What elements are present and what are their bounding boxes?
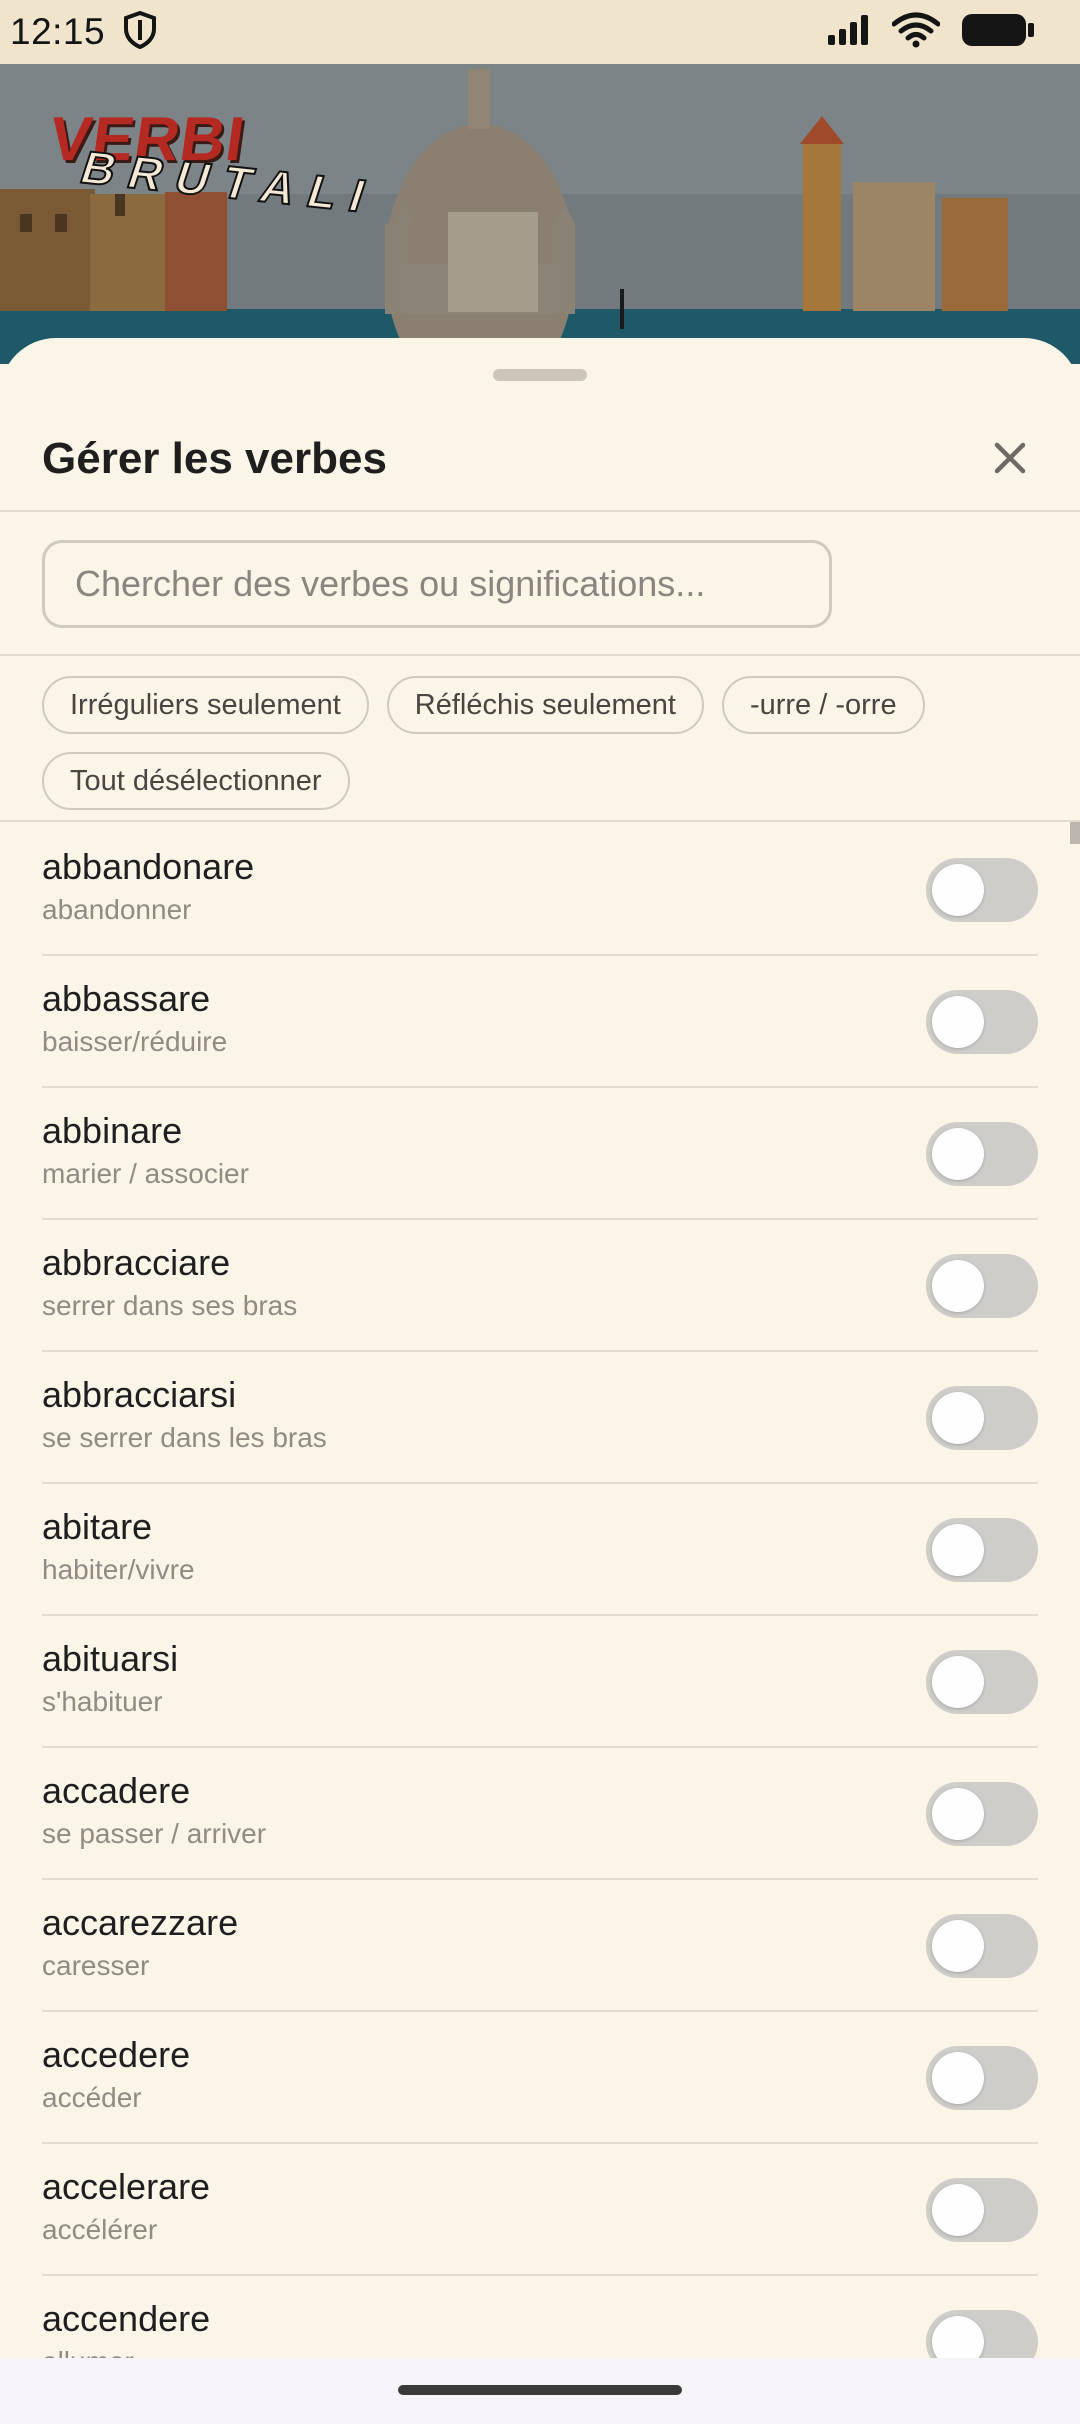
verb-name: abbracciarsi <box>42 1374 237 1415</box>
verb-row: abbracciare serrer dans ses bras <box>42 1220 1038 1352</box>
filter-irregular-chip[interactable]: Irréguliers seulement <box>42 676 369 734</box>
verb-toggle[interactable] <box>926 1518 1038 1582</box>
filter-reflexive-chip[interactable]: Réfléchis seulement <box>386 676 704 734</box>
verb-row: abbandonare abandonner <box>42 824 1038 956</box>
verb-meaning: habiter/vivre <box>42 1554 195 1585</box>
verb-toggle[interactable] <box>926 2310 1038 2358</box>
status-bar: 12:15 <box>0 0 1080 64</box>
navigation-bar <box>0 2358 1080 2424</box>
search-area <box>0 512 1080 656</box>
verb-row: abituarsi s'habituer <box>42 1616 1038 1748</box>
sheet-header: Gérer les verbes <box>0 408 1080 512</box>
toggle-thumb <box>932 1128 984 1180</box>
app-logo: VERBI BRUTALI <box>45 104 387 224</box>
verb-meaning: accéder <box>42 2082 142 2113</box>
wifi-icon <box>891 12 941 53</box>
verb-meaning: accélérer <box>42 2214 158 2245</box>
verb-name: accarezzare <box>42 1902 239 1943</box>
verb-list[interactable]: abbandonare abandonner abbassare baisser… <box>0 824 1080 2358</box>
verb-name: abbandonare <box>42 846 255 887</box>
verb-toggle[interactable] <box>926 2046 1038 2110</box>
battery-icon <box>960 12 1036 53</box>
verb-meaning: baisser/réduire <box>42 1026 228 1057</box>
verb-toggle[interactable] <box>926 990 1038 1054</box>
verb-meaning: se serrer dans les bras <box>42 1422 327 1453</box>
verb-name: abbracciare <box>42 1242 231 1283</box>
verb-meaning: caresser <box>42 1950 150 1981</box>
verb-row: abitare habiter/vivre <box>42 1484 1038 1616</box>
shield-icon <box>123 10 157 54</box>
verb-toggle[interactable] <box>926 2178 1038 2242</box>
verb-name: accelerare <box>42 2166 211 2207</box>
toggle-thumb <box>932 2316 984 2358</box>
verb-meaning: abandonner <box>42 894 192 925</box>
verb-name: abitare <box>42 1506 153 1547</box>
manage-verbs-sheet: Gérer les verbes Irréguliers seulement R… <box>0 338 1080 2358</box>
drag-handle[interactable] <box>493 369 587 381</box>
close-button[interactable] <box>980 429 1040 489</box>
verb-toggle[interactable] <box>926 1386 1038 1450</box>
signal-icon <box>826 13 872 52</box>
toggle-thumb <box>932 2052 984 2104</box>
verb-meaning: se passer / arriver <box>42 1818 267 1849</box>
verb-name: accedere <box>42 2034 191 2075</box>
toggle-thumb <box>932 1656 984 1708</box>
verb-toggle[interactable] <box>926 1254 1038 1318</box>
toggle-thumb <box>932 1920 984 1972</box>
toggle-thumb <box>932 1392 984 1444</box>
status-right <box>826 12 1036 53</box>
status-left: 12:15 <box>10 10 157 54</box>
search-input[interactable] <box>42 540 832 628</box>
verb-toggle[interactable] <box>926 1650 1038 1714</box>
toggle-thumb <box>932 864 984 916</box>
verb-row: abbassare baisser/réduire <box>42 956 1038 1088</box>
verb-row: accendere allumer <box>42 2276 1038 2358</box>
verb-name: abituarsi <box>42 1638 179 1679</box>
verb-row: accedere accéder <box>42 2012 1038 2144</box>
verb-toggle[interactable] <box>926 858 1038 922</box>
verb-meaning: s'habituer <box>42 1686 163 1717</box>
home-gesture-handle[interactable] <box>398 2385 682 2395</box>
verb-name: abbinare <box>42 1110 183 1151</box>
verb-row: abbracciarsi se serrer dans les bras <box>42 1352 1038 1484</box>
deselect-all-chip[interactable]: Tout désélectionner <box>42 752 350 810</box>
verb-row: accadere se passer / arriver <box>42 1748 1038 1880</box>
scrollbar-thumb[interactable] <box>1070 822 1080 844</box>
filter-urre-orre-chip[interactable]: -urre / -orre <box>721 676 925 734</box>
verb-name: accendere <box>42 2298 211 2339</box>
toggle-thumb <box>932 1788 984 1840</box>
verb-meaning: allumer <box>42 2346 134 2358</box>
toggle-thumb <box>932 996 984 1048</box>
status-time: 12:15 <box>10 11 106 52</box>
verb-row: accarezzare caresser <box>42 1880 1038 2012</box>
verb-meaning: marier / associer <box>42 1158 249 1189</box>
verb-name: accadere <box>42 1770 191 1811</box>
filter-chips: Irréguliers seulement Réfléchis seulemen… <box>0 656 1080 822</box>
header-scene: VERBI BRUTALI <box>0 64 1080 364</box>
close-icon <box>993 441 1027 478</box>
verb-name: abbassare <box>42 978 211 1019</box>
verb-row: accelerare accélérer <box>42 2144 1038 2276</box>
verb-toggle[interactable] <box>926 1782 1038 1846</box>
verb-meaning: serrer dans ses bras <box>42 1290 298 1321</box>
toggle-thumb <box>932 2184 984 2236</box>
verb-row: abbinare marier / associer <box>42 1088 1038 1220</box>
toggle-thumb <box>932 1260 984 1312</box>
verb-toggle[interactable] <box>926 1914 1038 1978</box>
toggle-thumb <box>932 1524 984 1576</box>
sheet-title: Gérer les verbes <box>42 434 387 483</box>
verb-toggle[interactable] <box>926 1122 1038 1186</box>
